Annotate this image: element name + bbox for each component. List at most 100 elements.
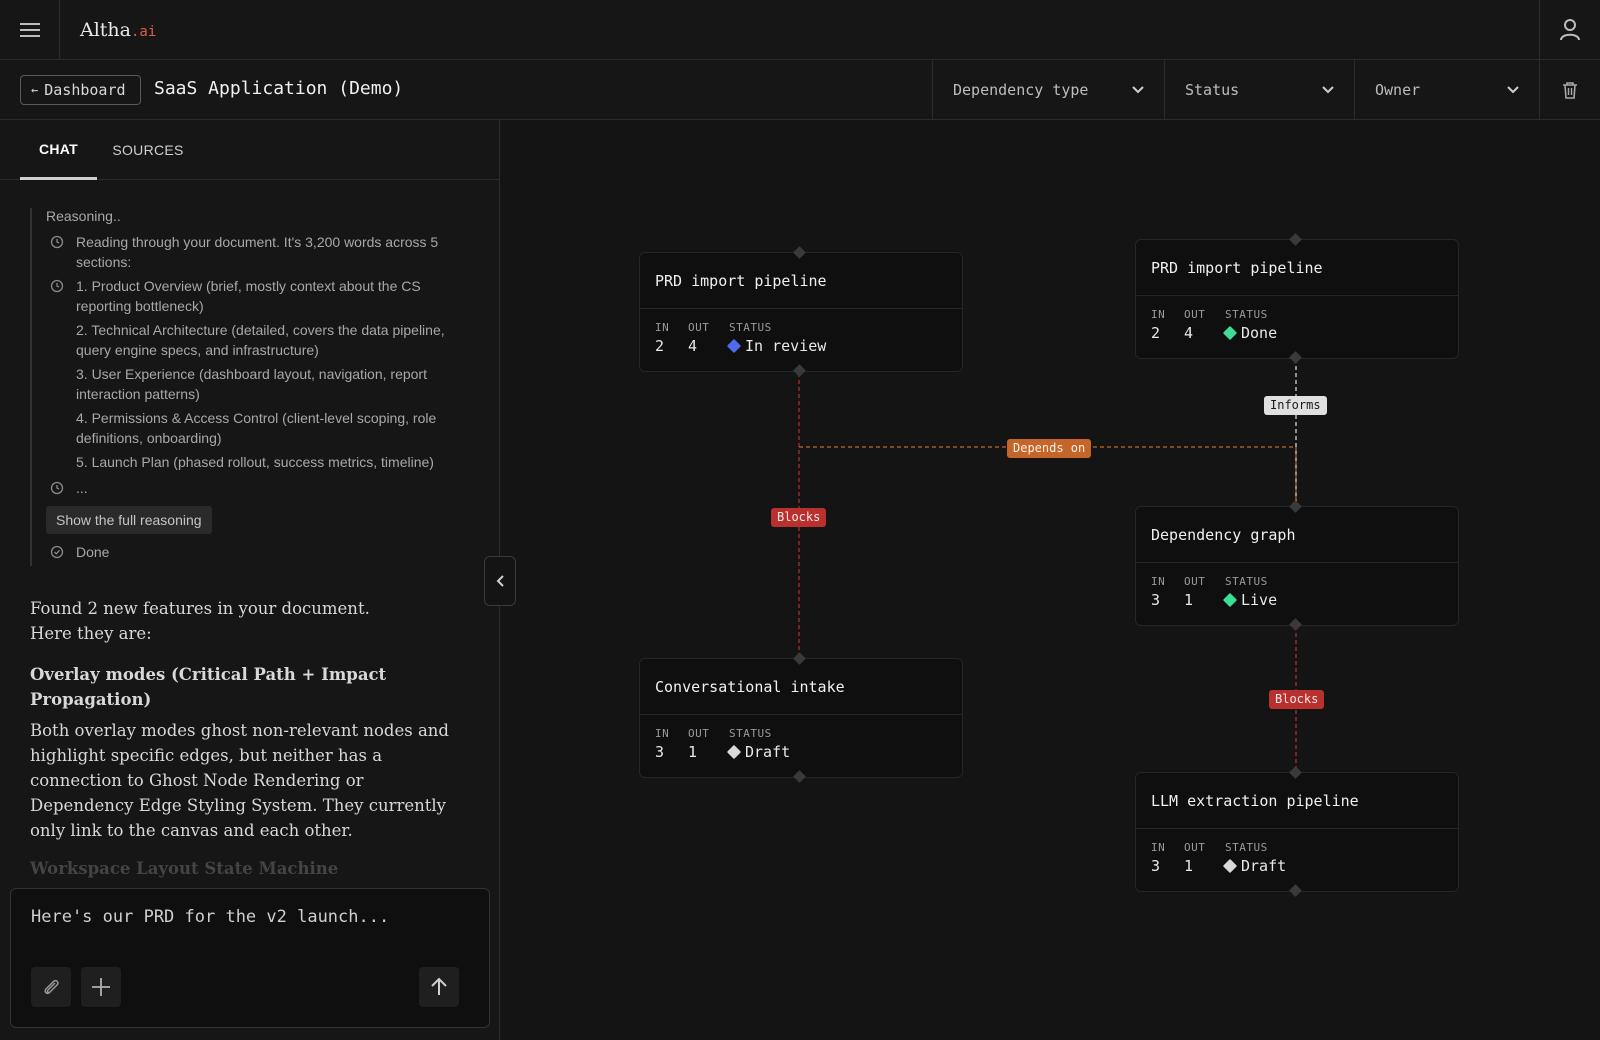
status-label: STATUS (1225, 575, 1268, 588)
done-text: Done (76, 544, 110, 560)
arrow-left-icon: ← (31, 83, 39, 97)
next-feature-title: Workspace Layout State Machine (30, 859, 339, 878)
node-conversational-intake[interactable]: Conversational intake IN 3 OUT 1 STATUS Dra… (639, 652, 963, 783)
project-header: ← Dashboard SaaS Application (Demo) Depe… (0, 60, 1600, 120)
in-count: IN 3 (655, 727, 669, 761)
arrow-up-icon (431, 977, 447, 995)
out-count: OUT 1 (688, 727, 709, 761)
in-count: IN 2 (1151, 308, 1165, 342)
in-value: 2 (655, 337, 665, 355)
clock-icon (50, 279, 64, 293)
in-value: 2 (1151, 324, 1161, 342)
in-label: IN (1151, 575, 1166, 588)
status-diamond-icon (726, 744, 742, 760)
node-meta: IN 3 OUT 1 STATUS Draft (1136, 829, 1458, 891)
in-label: IN (655, 727, 670, 740)
status: STATUS In review (726, 321, 827, 355)
app-logo[interactable]: Altha.ai (80, 19, 156, 41)
out-value: 1 (1184, 857, 1194, 875)
node-llm-extraction-pipeline[interactable]: LLM extraction pipeline IN 3 OUT 1 STATUS D… (1135, 766, 1459, 897)
menu-button[interactable] (0, 0, 60, 59)
status-value: Draft (726, 743, 791, 761)
status: STATUS Live (1222, 575, 1277, 609)
status-label: STATUS (729, 727, 772, 740)
reasoning-done: Done (46, 542, 470, 562)
status-text: Done (1241, 324, 1278, 342)
node-prd-import-pipeline-done[interactable]: PRD import pipeline IN 2 OUT 4 STATUS Done (1135, 233, 1459, 364)
reasoning-step-text: 3. User Experience (dashboard layout, na… (76, 366, 427, 402)
chevron-down-icon (1132, 85, 1144, 93)
delete-button[interactable] (1539, 60, 1600, 119)
node-meta: IN 3 OUT 1 STATUS Draft (640, 715, 962, 777)
logo-suffix: .ai (131, 24, 157, 40)
chat-input[interactable] (31, 907, 471, 927)
reasoning-block: Reasoning.. Reading through your documen… (30, 208, 470, 566)
reasoning-title: Reasoning.. (46, 208, 121, 224)
chat-panel: CHAT SOURCES Reasoning.. Reading through… (0, 120, 500, 1040)
paperclip-icon (44, 979, 59, 995)
collapse-panel-button[interactable] (484, 556, 516, 606)
back-label: Dashboard (44, 81, 126, 99)
status-text: Draft (745, 743, 791, 761)
status-label: STATUS (1225, 308, 1268, 321)
send-button[interactable] (419, 967, 459, 1007)
chevron-down-icon (1507, 85, 1519, 93)
node-title: PRD import pipeline (1136, 240, 1458, 296)
hamburger-icon (19, 22, 40, 37)
chevron-down-icon (1322, 85, 1334, 93)
node-title: PRD import pipeline (640, 253, 962, 309)
show-full-reasoning-button[interactable]: Show the full reasoning (46, 506, 212, 534)
status-label: STATUS (1225, 841, 1268, 854)
out-count: OUT 4 (688, 321, 709, 355)
user-icon (1560, 18, 1580, 40)
edge-label-blocks[interactable]: Blocks (771, 508, 827, 527)
out-count: OUT 1 (1184, 575, 1205, 609)
status-text: In review (745, 337, 827, 355)
out-count: OUT 1 (1184, 841, 1205, 875)
logo-name: Altha (80, 19, 131, 41)
node-dependency-graph[interactable]: Dependency graph IN 3 OUT 1 STATUS Live (1135, 500, 1459, 631)
node-prd-import-pipeline[interactable]: PRD import pipeline IN 2 OUT 4 STATUS In re… (639, 246, 963, 377)
in-value: 3 (1151, 857, 1161, 875)
dependency-type-filter[interactable]: Dependency type (932, 60, 1164, 119)
reasoning-step: 5. Launch Plan (phased rollout, success … (46, 452, 470, 472)
status-filter[interactable]: Status (1164, 60, 1354, 119)
edge-label-depends-on[interactable]: Depends on (1007, 439, 1092, 458)
status-label: STATUS (729, 321, 772, 334)
out-value: 1 (688, 743, 698, 761)
node-meta: IN 2 OUT 4 STATUS In review (640, 309, 962, 371)
node-meta: IN 2 OUT 4 STATUS Done (1136, 296, 1458, 358)
attach-button[interactable] (31, 967, 71, 1007)
in-label: IN (1151, 841, 1166, 854)
owner-filter[interactable]: Owner (1354, 60, 1539, 119)
out-value: 4 (688, 337, 698, 355)
in-value: 3 (655, 743, 665, 761)
edge-label-blocks[interactable]: Blocks (1269, 690, 1325, 709)
in-label: IN (655, 321, 670, 334)
node-meta: IN 3 OUT 1 STATUS Live (1136, 563, 1458, 625)
reasoning-step: 1. Product Overview (brief, mostly conte… (46, 276, 470, 316)
reasoning-step: ... (46, 478, 470, 498)
out-label: OUT (1184, 308, 1206, 321)
in-count: IN 3 (1151, 841, 1165, 875)
check-circle-icon (50, 545, 64, 559)
reasoning-step-text: 5. Launch Plan (phased rollout, success … (76, 454, 434, 470)
edge-label-informs[interactable]: Informs (1264, 396, 1327, 415)
panel-tabs: CHAT SOURCES (0, 120, 499, 180)
tab-sources[interactable]: SOURCES (110, 120, 186, 180)
status: STATUS Draft (1222, 841, 1286, 875)
status-diamond-icon (1222, 325, 1238, 341)
add-button[interactable] (81, 967, 121, 1007)
tab-chat[interactable]: CHAT (20, 120, 97, 180)
filter-label: Dependency type (953, 80, 1089, 99)
chevron-left-icon (496, 575, 504, 587)
dependency-canvas[interactable]: PRD import pipeline IN 2 OUT 4 STATUS In re… (501, 121, 1600, 1040)
reasoning-step-text: 1. Product Overview (brief, mostly conte… (76, 278, 421, 314)
status-value: Draft (1222, 857, 1286, 875)
profile-button[interactable] (1539, 0, 1600, 59)
feature-title: Overlay modes (Critical Path + Impact Pr… (30, 665, 387, 709)
node-title: Conversational intake (640, 659, 962, 715)
plus-icon (92, 978, 110, 996)
node-title: LLM extraction pipeline (1136, 773, 1458, 829)
back-to-dashboard-button[interactable]: ← Dashboard (20, 75, 141, 105)
